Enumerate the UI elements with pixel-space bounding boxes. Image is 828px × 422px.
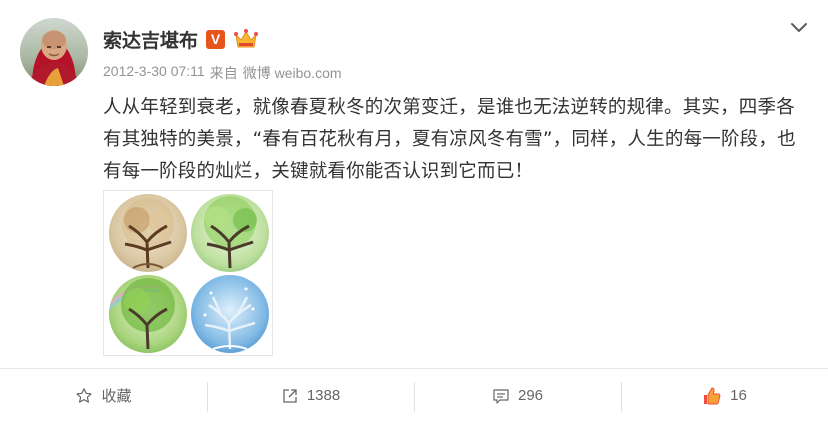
favorite-button[interactable]: 收藏 xyxy=(0,369,207,422)
share-icon xyxy=(283,388,297,403)
comment-count: 296 xyxy=(517,387,544,404)
image-grid[interactable] xyxy=(103,190,273,356)
source-link[interactable]: 微博 weibo.com xyxy=(243,63,342,83)
timestamp[interactable]: 2012-3-30 07:11 xyxy=(103,63,205,83)
like-count: 16 xyxy=(730,387,747,404)
post-content: 人从年轻到衰老，就像春夏秋冬的次第变迁，是谁也无法逆转的规律。其实，四季各有其独… xyxy=(103,97,796,182)
post-meta: 2012-3-30 07:11 来自 微博 weibo.com xyxy=(103,63,342,83)
image-spring-tree[interactable] xyxy=(191,194,269,272)
weibo-post-card: 索达吉堪布 V 2012-3-30 07:11 来自 微博 weibo.com … xyxy=(0,0,828,422)
image-winter-tree[interactable] xyxy=(191,275,269,353)
chevron-down-icon[interactable] xyxy=(788,16,810,38)
repost-button[interactable]: 1388 xyxy=(207,369,414,422)
crown-icon[interactable] xyxy=(233,28,259,50)
source-prefix: 来自 xyxy=(209,65,238,81)
verified-v-icon: V xyxy=(206,29,226,49)
image-summer-tree[interactable] xyxy=(109,275,187,353)
comment-button[interactable]: 296 xyxy=(414,369,621,422)
repost-count: 1388 xyxy=(306,387,341,404)
action-bar: 收藏 1388 296 16 xyxy=(0,369,828,422)
image-autumn-tree[interactable] xyxy=(109,194,187,272)
star-icon xyxy=(76,387,93,403)
favorite-label: 收藏 xyxy=(101,388,132,405)
like-button[interactable]: 16 xyxy=(621,369,828,422)
avatar[interactable] xyxy=(20,18,88,86)
thumbs-up-icon xyxy=(704,386,721,404)
comment-icon xyxy=(493,388,509,404)
user-name[interactable]: 索达吉堪布 xyxy=(103,26,198,53)
user-name-row: 索达吉堪布 V xyxy=(103,26,259,52)
